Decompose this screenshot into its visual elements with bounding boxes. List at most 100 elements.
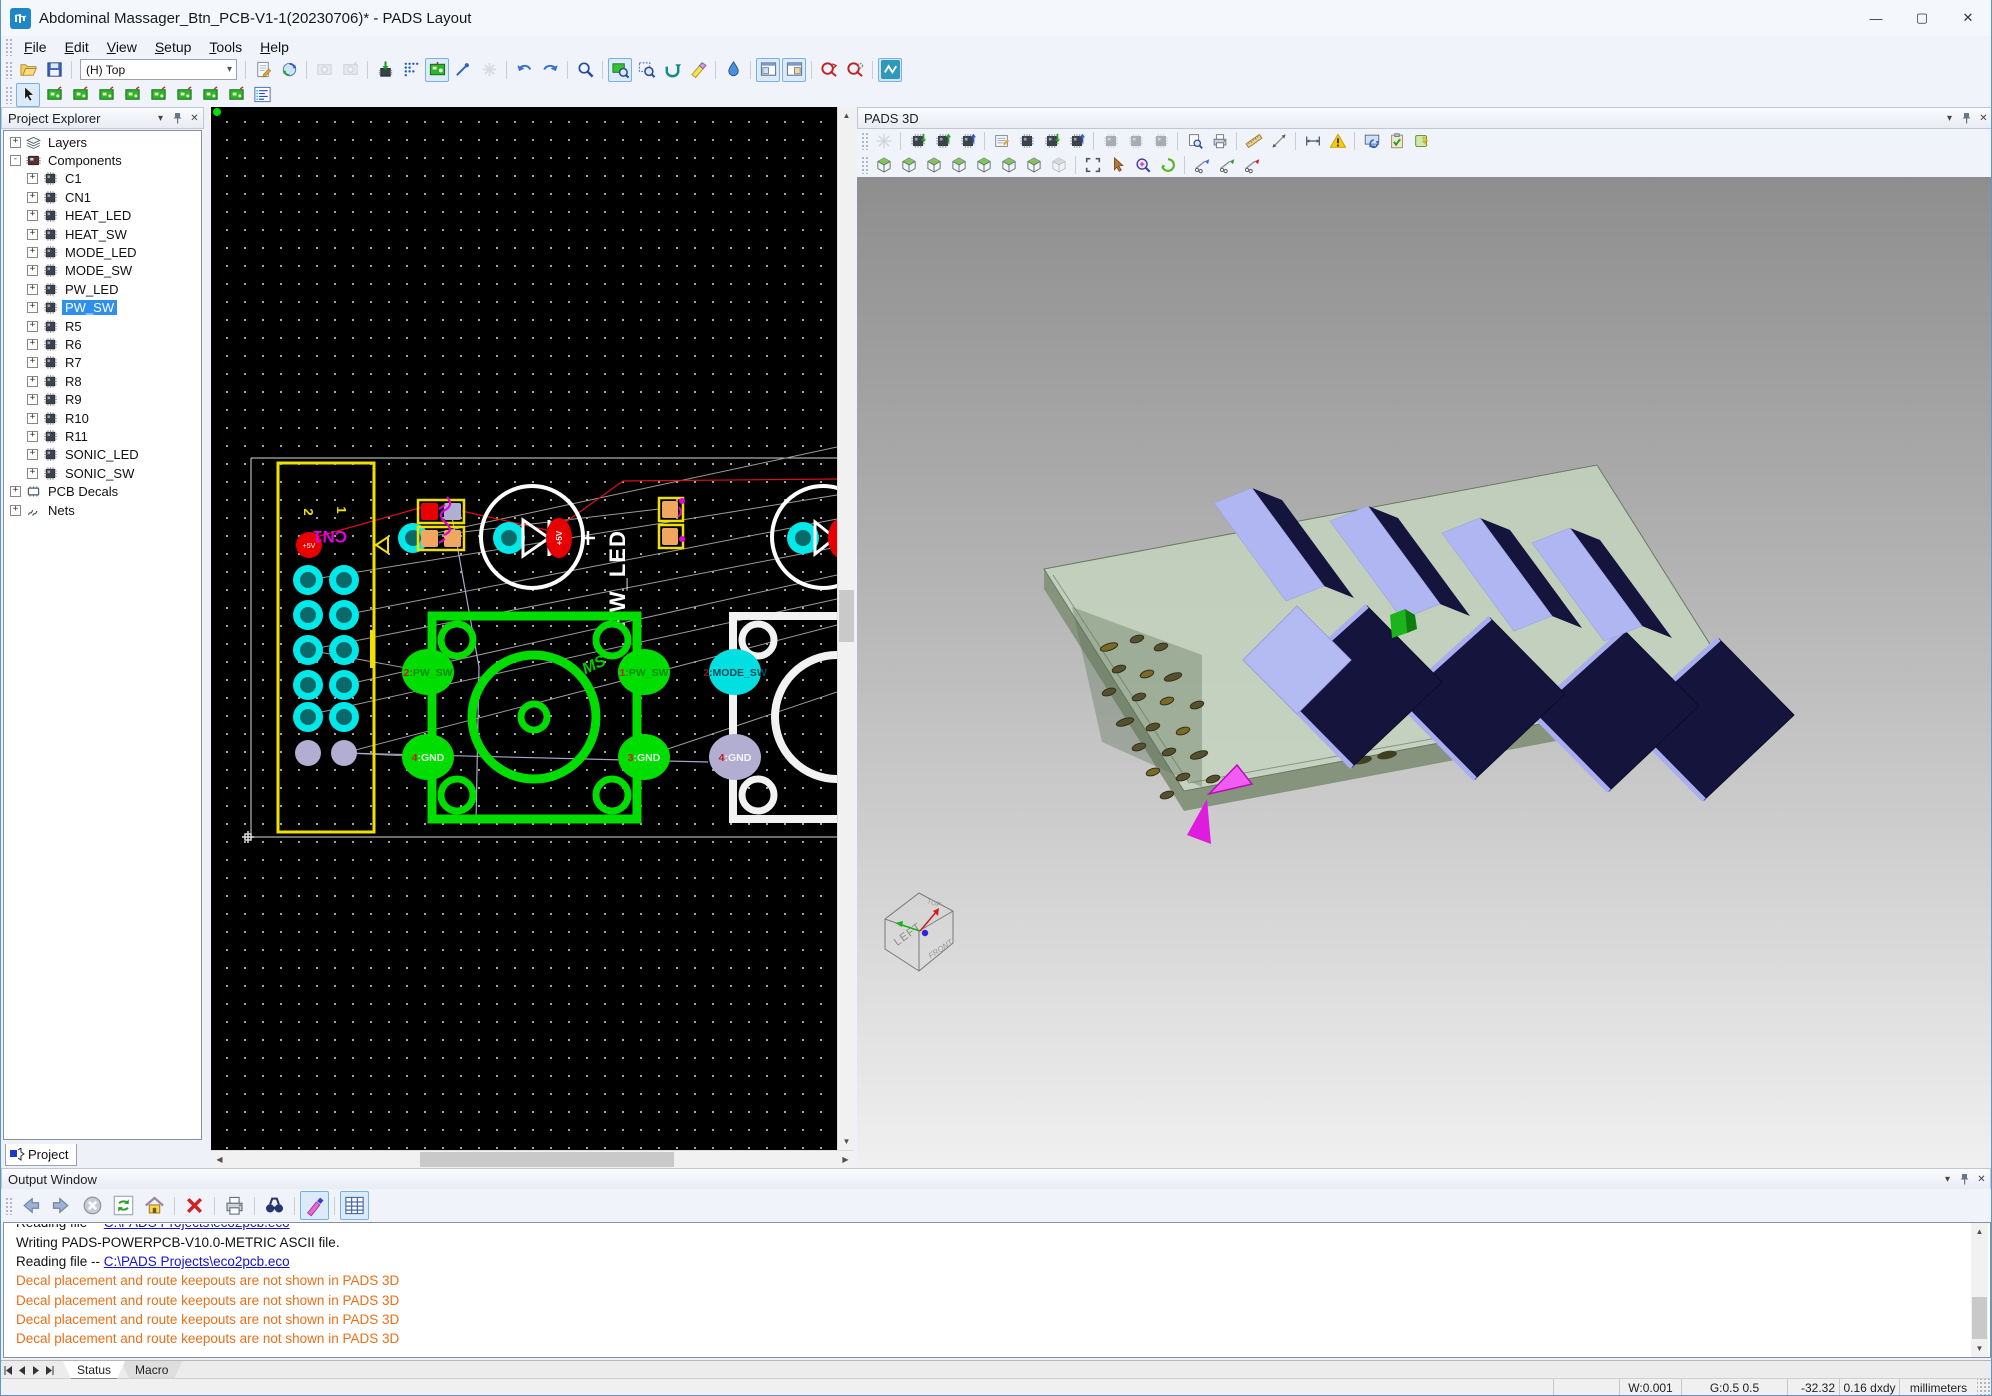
tree-item-nets[interactable]: +Nets (4, 501, 201, 519)
view-cube-iso1-button[interactable] (872, 154, 895, 177)
footprint-mode-led[interactable] (772, 486, 837, 588)
3d-viewport[interactable]: LEFT TOP FRONT (857, 177, 1992, 1168)
view-cube-iso2-button[interactable] (897, 154, 920, 177)
select-tool-button[interactable] (16, 83, 40, 107)
select-cursor-button[interactable] (1106, 154, 1129, 177)
panel-close-icon[interactable]: ✕ (1975, 110, 1992, 126)
draft-copper-button[interactable] (120, 83, 144, 107)
expand-icon[interactable]: + (27, 210, 38, 221)
tree-item-r6[interactable]: +R6 (4, 335, 201, 353)
pin-icon[interactable] (1958, 110, 1975, 126)
screen-refresh-button[interactable] (1360, 130, 1383, 153)
export-component-button[interactable] (931, 130, 954, 153)
view-rotate-ccw-button[interactable] (1022, 154, 1045, 177)
tab-last-button[interactable] (43, 1363, 57, 1377)
expand-icon[interactable]: + (27, 284, 38, 295)
expand-icon[interactable]: + (27, 394, 38, 405)
tree-item-layers[interactable]: +Layers (4, 133, 201, 151)
menu-file[interactable]: File (15, 37, 56, 57)
pcb-hscroll-thumb[interactable] (420, 1152, 674, 1167)
expand-icon[interactable]: + (27, 413, 38, 424)
nav-home-button[interactable] (140, 1191, 169, 1220)
snip-plane-z-button[interactable] (1240, 154, 1263, 177)
chip-import-button[interactable] (1040, 130, 1063, 153)
expand-icon[interactable]: + (27, 192, 38, 203)
expand-icon[interactable]: + (27, 265, 38, 276)
update-component-button[interactable] (956, 130, 979, 153)
tree-item-sonic-sw[interactable]: +SONIC_SW (4, 464, 201, 482)
expand-icon[interactable]: + (27, 302, 38, 313)
grid-view-button[interactable] (340, 1191, 369, 1220)
tree-item-r5[interactable]: +R5 (4, 317, 201, 335)
drc-review-button[interactable] (817, 58, 841, 82)
expand-icon[interactable]: + (27, 376, 38, 387)
warning-button[interactable] (1326, 130, 1349, 153)
panel-menu-icon[interactable]: ▾ (1939, 1171, 1956, 1187)
zoom-fit-button[interactable] (1081, 154, 1104, 177)
scroll-right-icon[interactable]: ▶ (837, 1151, 854, 1168)
draft-copper-cutout-button[interactable] (146, 83, 170, 107)
print-button[interactable] (1208, 130, 1231, 153)
resize-grip[interactable] (1977, 1379, 1991, 1396)
scroll-left-icon[interactable]: ◀ (211, 1151, 228, 1168)
tree-item-pcb-decals[interactable]: +PCB Decals (4, 482, 201, 500)
tree-item-pw-led[interactable]: +PW_LED (4, 280, 201, 298)
scroll-down-icon[interactable]: ▼ (838, 1133, 855, 1150)
panel-menu-icon[interactable]: ▾ (1941, 110, 1958, 126)
highlight-pen-button[interactable] (300, 1191, 329, 1220)
footprint-smd-left[interactable] (418, 497, 464, 550)
expand-icon[interactable]: + (10, 505, 21, 516)
draft-sketch-button[interactable] (224, 83, 248, 107)
output-scroll-thumb[interactable] (1972, 1297, 1987, 1339)
footprint-cn1[interactable]: 2 1 +5V CN1 (278, 463, 428, 832)
tree-item-cn1[interactable]: +CN1 (4, 188, 201, 206)
window-layout-2-button[interactable] (782, 58, 806, 82)
expand-icon[interactable]: + (27, 468, 38, 479)
scroll-down-icon[interactable]: ▼ (1971, 1340, 1988, 1357)
view-cube[interactable]: LEFT TOP FRONT (875, 879, 965, 979)
open-file-button[interactable] (16, 58, 40, 82)
zoom-button[interactable] (573, 58, 597, 82)
board-outline-button[interactable] (425, 58, 449, 82)
expand-icon[interactable]: + (27, 449, 38, 460)
view-cube-left-button[interactable] (947, 154, 970, 177)
snip-plane-y-button[interactable] (1215, 154, 1238, 177)
output-log[interactable]: Reading file -- C:\PADS Projects\eco2pcb… (3, 1222, 1991, 1358)
print-preview-button[interactable] (1183, 130, 1206, 153)
nav-back-button[interactable] (16, 1191, 45, 1220)
drc-settings-button[interactable] (843, 58, 867, 82)
tree-item-c1[interactable]: +C1 (4, 170, 201, 188)
tree-item-heat-led[interactable]: +HEAT_LED (4, 207, 201, 225)
pcb-vscroll-thumb[interactable] (839, 590, 854, 642)
expand-icon[interactable]: + (10, 486, 21, 497)
tab-prev-button[interactable] (15, 1363, 29, 1377)
zoom-selection-button[interactable] (634, 58, 658, 82)
find-output-button[interactable] (260, 1191, 289, 1220)
output-file-link[interactable]: C:\PADS Projects\eco2pcb.eco (104, 1224, 290, 1230)
tree-item-r10[interactable]: +R10 (4, 409, 201, 427)
view-cube-top-button[interactable] (997, 154, 1020, 177)
maximize-button[interactable]: ▢ (1899, 0, 1945, 36)
fit-board-button[interactable] (608, 58, 632, 82)
tree-item-r7[interactable]: +R7 (4, 354, 201, 372)
output-scrollbar[interactable]: ▲ ▼ (1971, 1223, 1988, 1357)
draft-polygon-button[interactable] (172, 83, 196, 107)
snip-plane-x-button[interactable] (1190, 154, 1213, 177)
panel-menu-icon[interactable]: ▾ (152, 110, 169, 126)
add-route-button[interactable] (451, 58, 475, 82)
splitter-left[interactable] (204, 107, 211, 1168)
sheet-properties-button[interactable] (251, 58, 275, 82)
tab-project[interactable]: Project (5, 1144, 77, 1166)
tab-macro[interactable]: Macro (121, 1361, 182, 1378)
expand-icon[interactable]: + (27, 339, 38, 350)
nav-stop-button[interactable] (78, 1191, 107, 1220)
nav-forward-button[interactable] (47, 1191, 76, 1220)
nav-refresh-button[interactable] (109, 1191, 138, 1220)
menu-view[interactable]: View (98, 37, 146, 57)
eco-mode-button[interactable] (373, 58, 397, 82)
tree-item-mode-sw[interactable]: +MODE_SW (4, 262, 201, 280)
expand-icon[interactable]: + (27, 431, 38, 442)
delete-output-button[interactable] (180, 1191, 209, 1220)
print-output-button[interactable] (220, 1191, 249, 1220)
pcb-vertical-scrollbar[interactable]: ▲ ▼ (837, 107, 855, 1150)
